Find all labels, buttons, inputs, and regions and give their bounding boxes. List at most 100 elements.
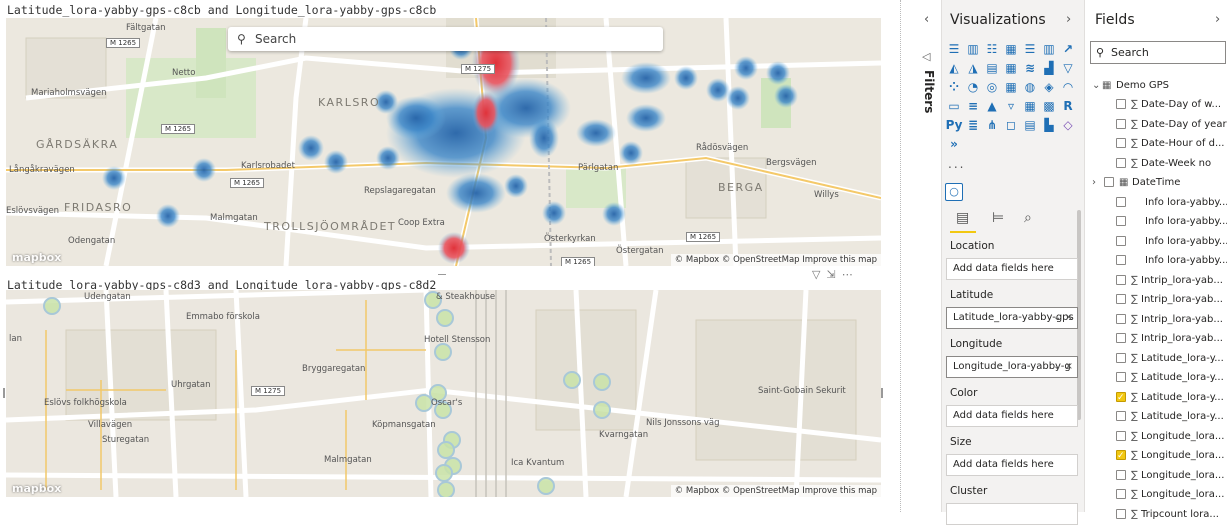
funnel-icon[interactable]: ▽ [1060,60,1076,76]
field-item[interactable]: ∑Latitude_lora-y... [1085,349,1227,368]
field-checkbox[interactable] [1116,389,1126,407]
map-icon[interactable]: ◍ [1022,79,1038,95]
field-item[interactable]: Info lora-yabby... [1085,251,1227,270]
field-item[interactable]: ∑Longitude_lora... [1085,427,1227,446]
field-checkbox[interactable] [1116,157,1126,168]
100-column-icon[interactable]: ▥ [1041,41,1057,57]
slicer-icon[interactable]: ▿ [1003,98,1019,114]
well-size-drop[interactable]: Add data fields here [946,454,1078,476]
heatmap-visual[interactable]: Netto KARLSRO GÅRDSÄKRA Långåkravägen FR… [6,18,881,266]
kpi-icon[interactable]: ▲ [984,98,1000,114]
line-icon[interactable]: ↗ [1060,41,1076,57]
more-options-icon[interactable]: ⋯ [842,268,859,281]
well-location-drop[interactable]: Add data fields here [946,258,1078,280]
chevron-right-icon[interactable]: › [1066,12,1071,27]
field-item[interactable]: ∑Latitude_lora-y... [1085,368,1227,387]
card-icon[interactable]: ▭ [946,98,962,114]
well-cluster-drop[interactable] [946,503,1078,525]
field-checkbox[interactable] [1116,255,1126,265]
field-checkbox[interactable] [1116,196,1126,207]
field-checkbox[interactable] [1116,235,1126,246]
well-color-drop[interactable]: Add data fields here [946,405,1078,427]
field-checkbox[interactable] [1116,469,1126,480]
field-item[interactable]: ∑ Intrip_lora-yab... [1085,329,1227,348]
donut-icon[interactable]: ◎ [984,79,1000,95]
field-item[interactable]: Info lora-yabby... [1085,232,1227,251]
field-checkbox[interactable] [1116,294,1126,304]
ribbon-icon[interactable]: ≋ [1022,60,1038,76]
field-checkbox[interactable] [1116,118,1126,129]
filter-icon[interactable]: ▽ [812,268,826,281]
power-automate-icon[interactable]: » [946,136,962,152]
field-item[interactable]: ∑Longitude_lora... [1085,466,1227,485]
field-item[interactable]: ∑Longitude_lora... [1085,446,1227,465]
field-item[interactable]: ∑Latitude_lora-y... [1085,388,1227,407]
fields-tab-icon[interactable]: ▤ [956,210,969,226]
field-checkbox[interactable] [1116,447,1126,465]
field-item[interactable]: ∑ Intrip_lora-yab... [1085,310,1227,329]
chevron-right-icon[interactable]: › [1092,173,1096,192]
chevron-right-icon[interactable]: › [1215,12,1220,27]
area-icon[interactable]: ◭ [946,60,962,76]
field-checkbox[interactable] [1116,216,1126,226]
field-item[interactable]: ∑ Date-Hour of d... [1085,134,1227,153]
stacked-bar-icon[interactable]: ☰ [946,41,962,57]
field-checkbox[interactable] [1116,372,1126,382]
table-icon[interactable]: ▦ [1022,98,1038,114]
resize-handle[interactable] [881,388,883,398]
remove-field-icon[interactable]: ⌄ × [1053,308,1073,328]
field-item[interactable]: ∑ Date-Week no [1085,154,1227,173]
field-checkbox[interactable] [1116,430,1126,441]
scatter-icon[interactable]: ⁘ [946,79,962,95]
well-latitude-drop[interactable]: Latitude_lora-yabby-gps ⌄ × [946,307,1078,329]
table-node-demo-gps[interactable]: ⌄ ▦ Demo GPS [1085,76,1227,95]
field-checkbox[interactable] [1116,99,1126,109]
100-bar-icon[interactable]: ☰ [1022,41,1038,57]
pie-icon[interactable]: ◔ [965,79,981,95]
selected-visual-icon[interactable]: ○ [945,183,963,201]
resize-handle[interactable] [3,388,5,398]
field-item[interactable]: ∑ Intrip_lora-yab... [1085,290,1227,309]
field-item[interactable]: ∑Latitude_lora-y... [1085,407,1227,426]
power-apps-icon[interactable]: ◇ [1060,117,1076,133]
qa-icon[interactable]: ◻ [1003,117,1019,133]
more-visuals-button[interactable]: ... [948,157,965,171]
field-item[interactable]: Info lora-yabby... [1085,193,1227,212]
filled-map-icon[interactable]: ◈ [1041,79,1057,95]
line-clustered-icon[interactable]: ▦ [1003,60,1019,76]
focus-mode-icon[interactable]: ⇲ [826,268,841,281]
paginated-icon[interactable]: ▙ [1041,117,1057,133]
treemap-icon[interactable]: ▦ [1003,79,1019,95]
field-item[interactable]: ∑Longitude_lora... [1085,485,1227,504]
field-checkbox[interactable] [1116,274,1126,285]
gauge-icon[interactable]: ◠ [1060,79,1076,95]
field-checkbox[interactable] [1116,352,1126,363]
analytics-icon[interactable]: ⌕ [1024,210,1032,226]
field-item[interactable]: › ▦ DateTime [1085,173,1227,192]
field-checkbox[interactable] [1116,508,1126,519]
well-longitude-drop[interactable]: Longitude_lora-yabby-g ⌄ × [946,356,1078,378]
waterfall-icon[interactable]: ▟ [1041,60,1057,76]
map-attribution[interactable]: © Mapbox © OpenStreetMap Improve this ma… [670,485,881,497]
field-item[interactable]: ∑ Date-Day of year [1085,115,1227,134]
field-checkbox[interactable] [1116,489,1126,499]
python-visual-icon[interactable]: Py [946,117,963,133]
chevron-down-icon[interactable]: ⌄ [1092,76,1100,95]
field-item[interactable]: ∑ Intrip_lora-yab... [1085,271,1227,290]
line-column-icon[interactable]: ▤ [984,60,1000,76]
resize-handle[interactable] [438,274,446,275]
stacked-area-icon[interactable]: ◮ [965,60,981,76]
chevron-left-icon[interactable]: ‹ [924,12,929,27]
format-paint-icon[interactable]: ⊨ [992,210,1004,226]
key-influencers-icon[interactable]: ≣ [965,117,981,133]
fields-search-input[interactable]: ⚲ Search [1090,41,1226,64]
field-checkbox[interactable] [1116,411,1126,421]
field-checkbox[interactable] [1116,313,1126,324]
clustered-bar-icon[interactable]: ☷ [984,41,1000,57]
clustered-column-icon[interactable]: ▦ [1003,41,1019,57]
field-item[interactable]: ∑ Date-Day of w... [1085,95,1227,114]
remove-field-icon[interactable]: ⌄ × [1053,357,1073,377]
stacked-column-icon[interactable]: ▥ [965,41,981,57]
matrix-icon[interactable]: ▩ [1041,98,1057,114]
smart-narrative-icon[interactable]: ▤ [1022,117,1038,133]
